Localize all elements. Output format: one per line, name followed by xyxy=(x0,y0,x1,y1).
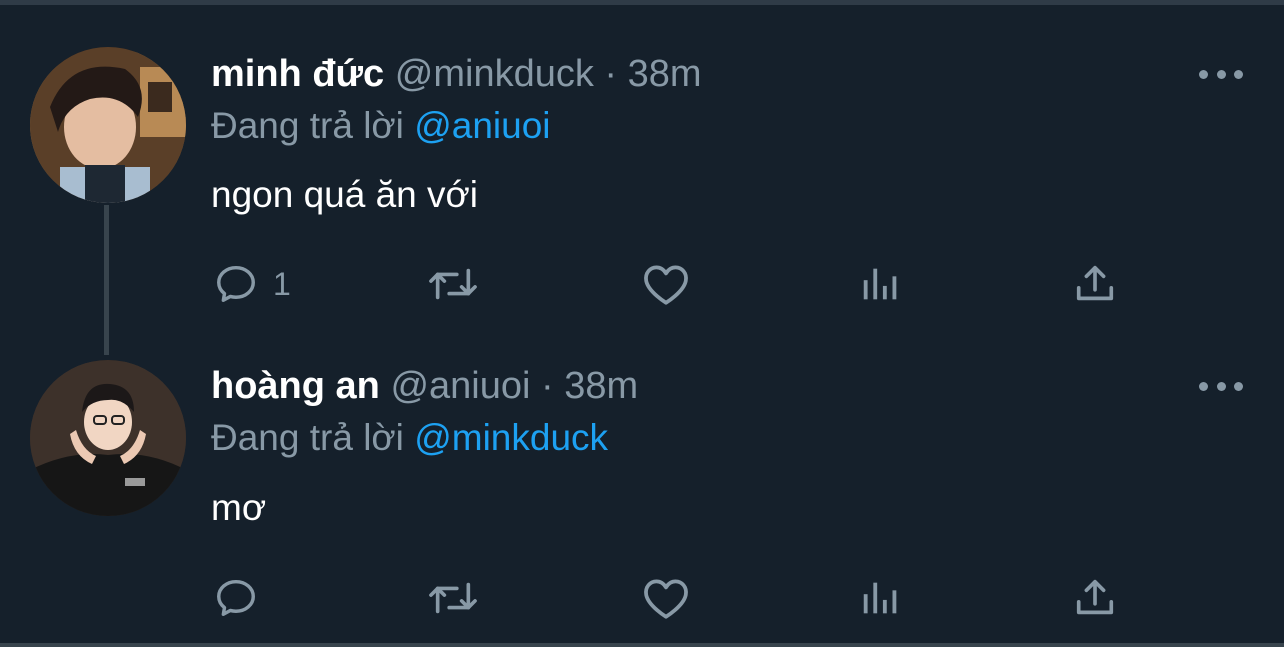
reply-icon xyxy=(217,579,255,617)
user-handle[interactable]: @minkduck xyxy=(395,53,594,95)
like-button[interactable] xyxy=(641,573,691,623)
user-handle[interactable]: @aniuoi xyxy=(390,365,530,407)
display-name[interactable]: minh đức xyxy=(211,53,384,95)
replying-prefix: Đang trả lời xyxy=(211,417,404,458)
tweet-text: ngon quá ăn với xyxy=(211,174,479,215)
action-bar: 1 xyxy=(0,259,1284,309)
tweet-header: minh đức @minkduck · 38m xyxy=(211,51,702,97)
share-button[interactable] xyxy=(1072,573,1118,623)
share-button[interactable] xyxy=(1072,259,1118,309)
like-icon xyxy=(644,579,688,619)
more-button[interactable] xyxy=(1199,376,1243,396)
more-icon xyxy=(1199,69,1208,79)
tweet-text: mơ xyxy=(211,487,267,528)
avatar-photo xyxy=(30,47,186,203)
more-icon xyxy=(1234,69,1243,79)
tweet-header: hoàng an @aniuoi · 38m xyxy=(211,363,638,409)
avatar-photo xyxy=(30,360,186,516)
share-icon xyxy=(1076,579,1114,615)
bottom-divider xyxy=(0,643,1284,647)
share-icon xyxy=(1076,265,1114,301)
views-button[interactable] xyxy=(858,259,904,309)
like-button[interactable] xyxy=(641,259,691,309)
more-button[interactable] xyxy=(1199,64,1243,84)
replying-to: Đang trả lời @aniuoi xyxy=(211,103,551,149)
views-icon xyxy=(863,268,897,300)
tweet[interactable]: hoàng an @aniuoi · 38m Đang trả lời @min… xyxy=(0,330,1284,643)
replying-to: Đang trả lời @minkduck xyxy=(211,415,608,461)
timestamp[interactable]: 38m xyxy=(628,53,702,95)
retweet-icon xyxy=(429,268,477,300)
action-bar xyxy=(0,573,1284,623)
tweet[interactable]: minh đức @minkduck · 38m Đang trả lời @a… xyxy=(0,0,1284,355)
more-icon xyxy=(1234,381,1243,391)
timestamp[interactable]: 38m xyxy=(564,365,638,407)
mention-link[interactable]: @aniuoi xyxy=(414,105,550,146)
more-icon xyxy=(1216,69,1226,79)
retweet-icon xyxy=(429,582,477,614)
avatar[interactable] xyxy=(30,360,186,516)
reply-icon xyxy=(217,265,255,303)
retweet-button[interactable] xyxy=(425,259,481,309)
avatar[interactable] xyxy=(30,47,186,203)
retweet-button[interactable] xyxy=(425,573,481,623)
like-icon xyxy=(644,265,688,305)
separator: · xyxy=(604,53,618,95)
mention-link[interactable]: @minkduck xyxy=(414,417,608,458)
views-button[interactable] xyxy=(858,573,904,623)
reply-button[interactable] xyxy=(213,573,273,623)
display-name[interactable]: hoàng an xyxy=(211,365,380,407)
reply-button[interactable]: 1 xyxy=(213,259,291,309)
more-icon xyxy=(1199,381,1208,391)
views-icon xyxy=(863,582,897,614)
separator: · xyxy=(541,365,554,407)
reply-count: 1 xyxy=(273,265,291,302)
more-icon xyxy=(1216,381,1226,391)
replying-prefix: Đang trả lời xyxy=(211,105,404,146)
